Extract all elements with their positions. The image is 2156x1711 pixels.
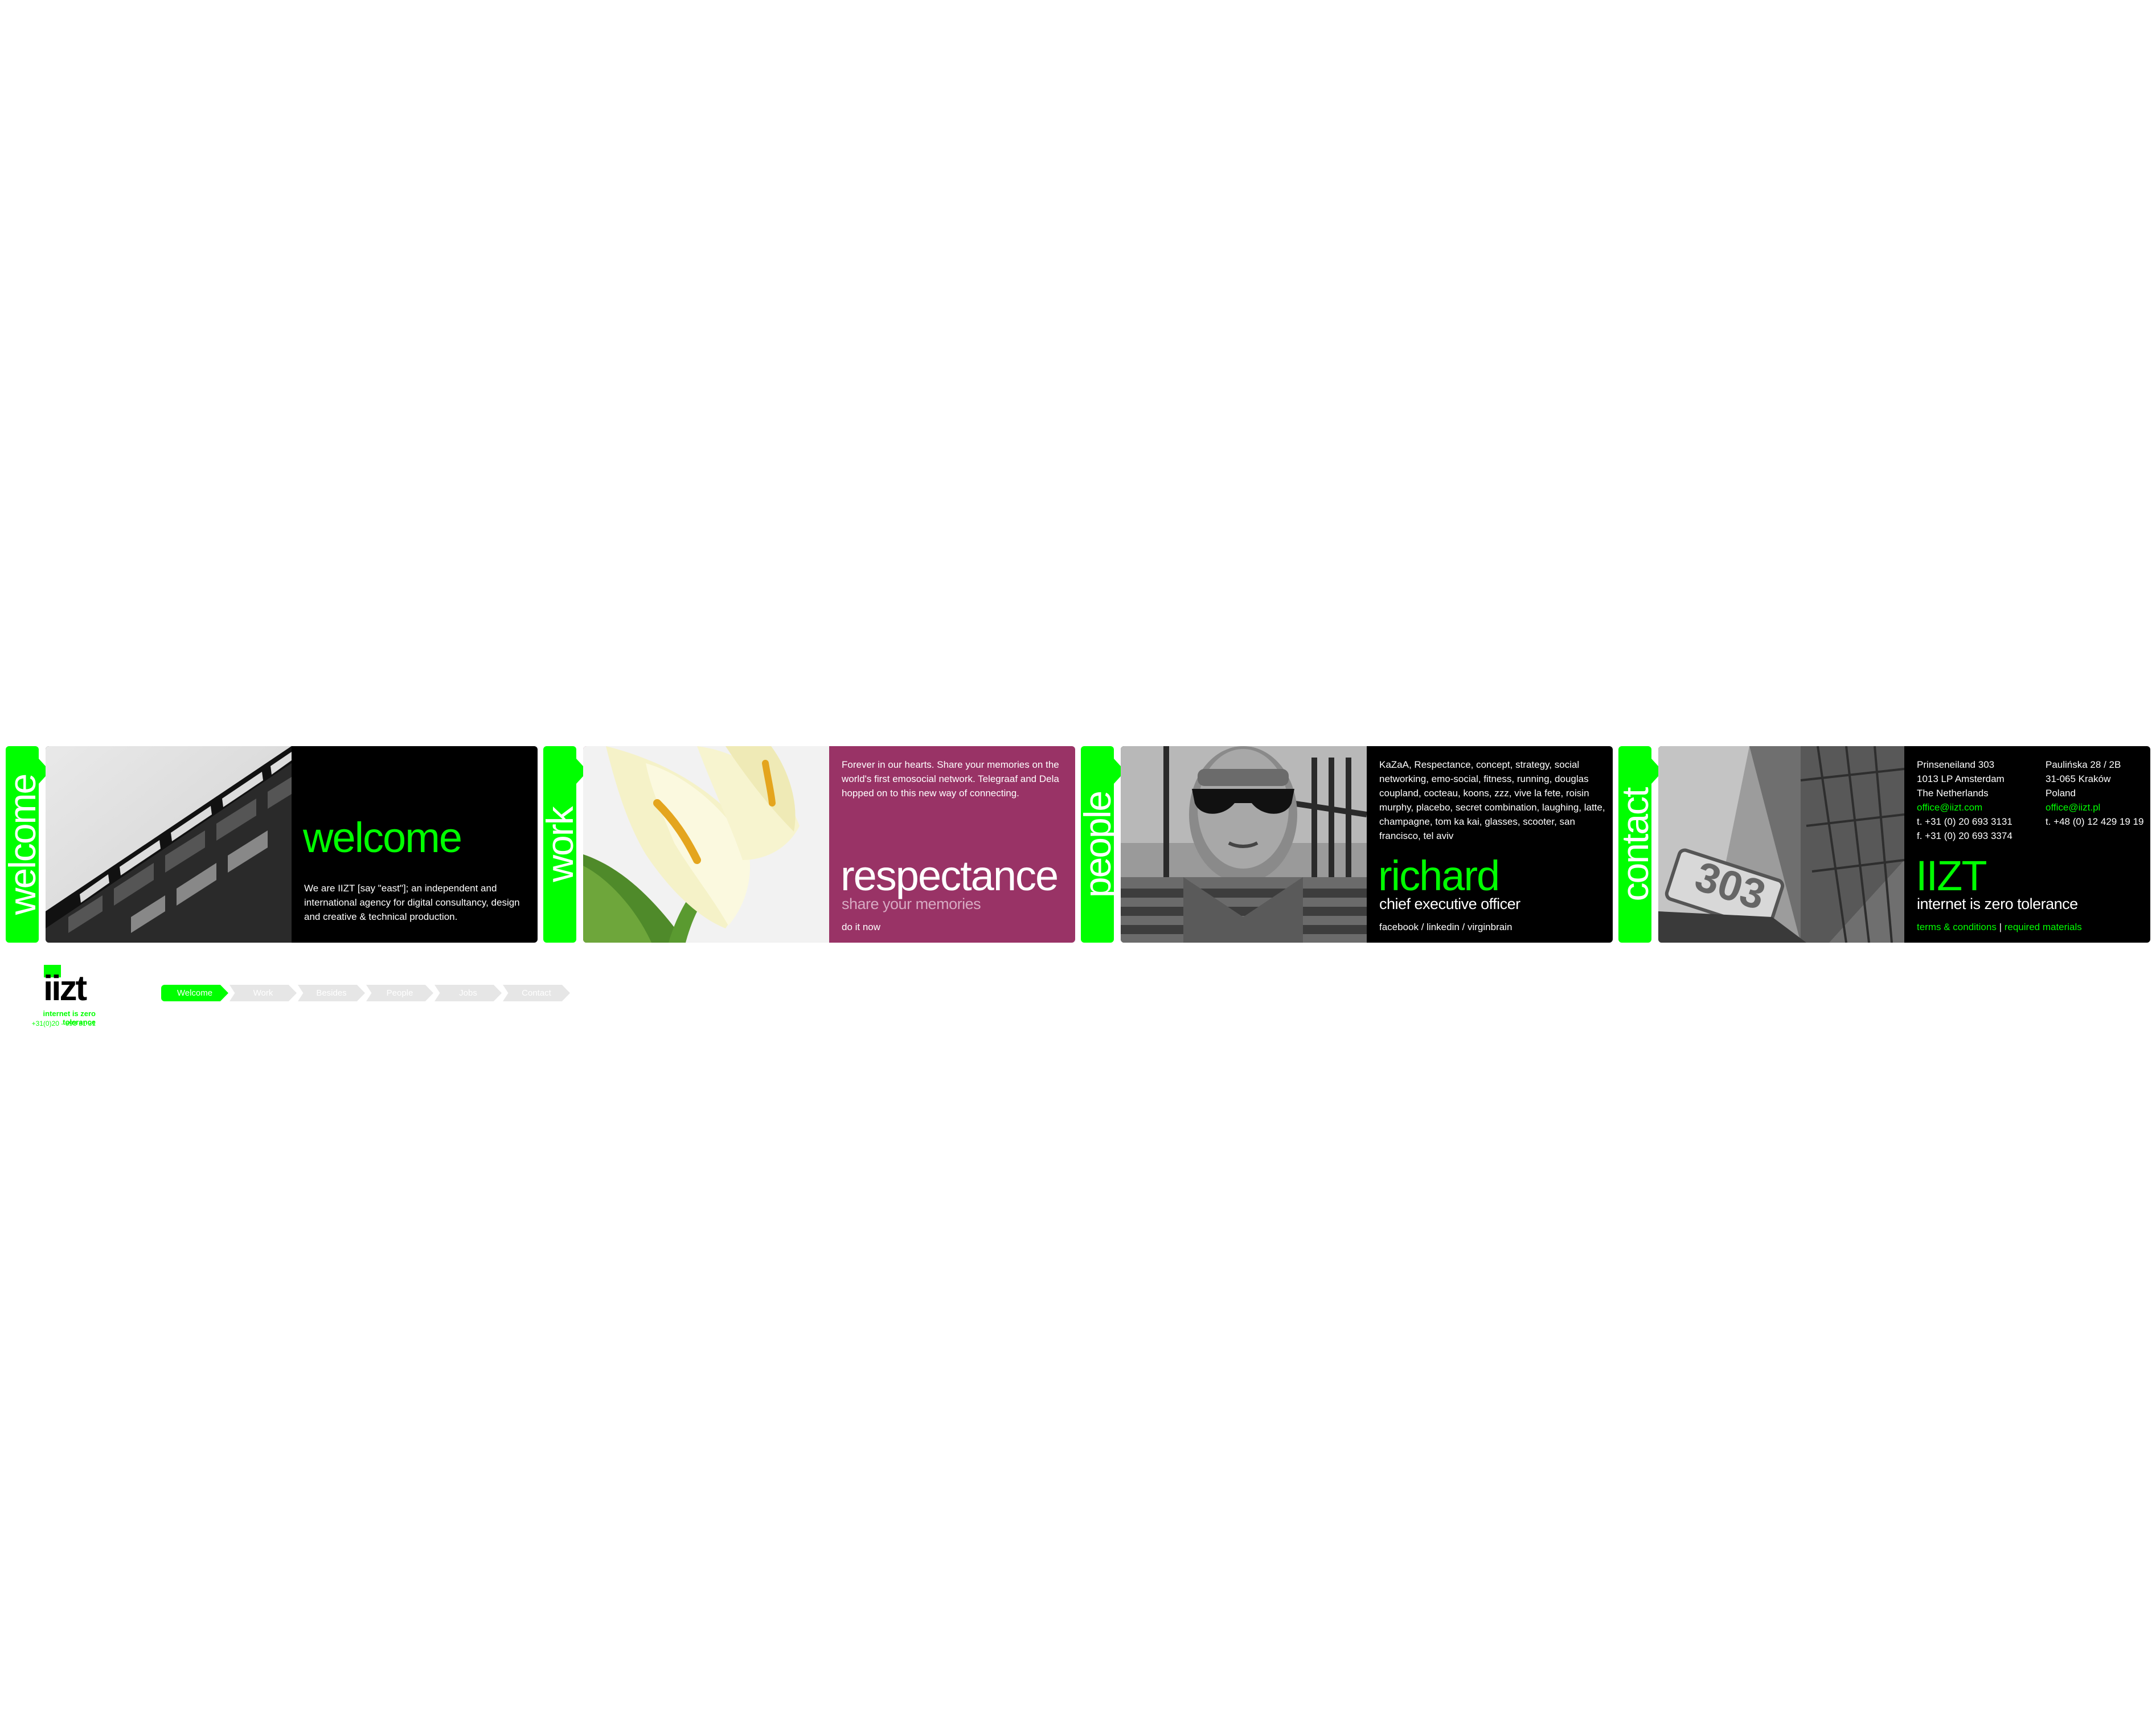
pl-email-link[interactable]: office@iizt.pl bbox=[2046, 800, 2148, 814]
calla-lily-image bbox=[583, 746, 829, 943]
people-name: richard bbox=[1378, 852, 1500, 899]
contact-panel: 303 Prinseneiland 303 1013 LP Amsterdam … bbox=[1658, 746, 2150, 943]
tab-work-label: work bbox=[543, 807, 576, 882]
contact-info: Prinseneiland 303 1013 LP Amsterdam The … bbox=[1904, 746, 2150, 943]
terms-link[interactable]: terms & conditions bbox=[1917, 922, 1997, 932]
welcome-panel: welcome We are IIZT [say "east"]; an ind… bbox=[46, 746, 538, 943]
do-it-now-link[interactable]: do it now bbox=[842, 920, 880, 934]
nl-country: The Netherlands bbox=[1917, 788, 1989, 799]
pl-phone: t. +48 (0) 12 429 19 19 bbox=[2046, 816, 2144, 827]
tab-people-label: people bbox=[1081, 791, 1114, 898]
richard-portrait-photo bbox=[1121, 746, 1367, 943]
work-info: Forever in our hearts. Share your memori… bbox=[829, 746, 1075, 943]
nav-contact[interactable]: Contact bbox=[503, 985, 570, 1001]
people-interests: KaZaA, Respectance, concept, strategy, s… bbox=[1379, 759, 1605, 841]
pl-street: Paulińska 28 / 2B bbox=[2046, 759, 2121, 770]
pl-country: Poland bbox=[2046, 788, 2076, 799]
tab-work[interactable]: work bbox=[543, 746, 576, 943]
work-panel: Forever in our hearts. Share your memori… bbox=[583, 746, 1075, 943]
nl-fax: f. +31 (0) 20 693 3374 bbox=[1917, 830, 2012, 841]
contact-footer-links: terms & conditions | required materials bbox=[1917, 920, 2082, 934]
welcome-info: welcome We are IIZT [say "east"]; an ind… bbox=[292, 746, 538, 943]
building-303-photo: 303 bbox=[1658, 746, 1904, 943]
footer-separator: | bbox=[1999, 922, 2002, 932]
pl-city: 31-065 Kraków bbox=[2046, 773, 2111, 784]
footer-phone: +31(0)20 - 693 31 31 bbox=[31, 1020, 96, 1028]
nl-street: Prinseneiland 303 bbox=[1917, 759, 1995, 770]
tab-contact[interactable]: contact bbox=[1618, 746, 1651, 943]
welcome-building-photo bbox=[46, 746, 292, 943]
work-heading: respectance bbox=[841, 852, 1059, 899]
people-role: chief executive officer bbox=[1379, 895, 1520, 912]
logo-text: iizt bbox=[43, 969, 87, 1008]
contact-tagline: internet is zero tolerance bbox=[1917, 895, 2078, 912]
work-subheading: share your memories bbox=[842, 895, 981, 912]
people-social-links[interactable]: facebook / linkedin / virginbrain bbox=[1379, 920, 1512, 934]
nav-welcome[interactable]: Welcome bbox=[161, 985, 228, 1001]
tab-welcome-label: welcome bbox=[6, 774, 39, 915]
nav-work[interactable]: Work bbox=[229, 985, 297, 1001]
contact-address-nl: Prinseneiland 303 1013 LP Amsterdam The … bbox=[1917, 758, 2036, 843]
nav-besides[interactable]: Besides bbox=[298, 985, 365, 1001]
welcome-heading: welcome bbox=[303, 814, 462, 861]
people-panel: KaZaA, Respectance, concept, strategy, s… bbox=[1121, 746, 1613, 943]
required-materials-link[interactable]: required materials bbox=[2005, 922, 2082, 932]
welcome-body: We are IIZT [say "east"]; an independent… bbox=[304, 883, 520, 922]
nl-phone: t. +31 (0) 20 693 3131 bbox=[1917, 816, 2012, 827]
people-info: KaZaA, Respectance, concept, strategy, s… bbox=[1367, 746, 1613, 943]
nl-city: 1013 LP Amsterdam bbox=[1917, 773, 2005, 784]
tab-contact-label: contact bbox=[1618, 788, 1651, 901]
work-intro: Forever in our hearts. Share your memori… bbox=[842, 759, 1059, 799]
nav-people[interactable]: People bbox=[366, 985, 433, 1001]
tab-welcome[interactable]: welcome bbox=[6, 746, 39, 943]
nl-email-link[interactable]: office@iizt.com bbox=[1917, 800, 2036, 814]
nav-jobs[interactable]: Jobs bbox=[435, 985, 502, 1001]
contact-address-pl: Paulińska 28 / 2B 31-065 Kraków Poland o… bbox=[2046, 758, 2148, 829]
tab-people[interactable]: people bbox=[1081, 746, 1114, 943]
contact-heading: IIZT bbox=[1916, 852, 1987, 899]
